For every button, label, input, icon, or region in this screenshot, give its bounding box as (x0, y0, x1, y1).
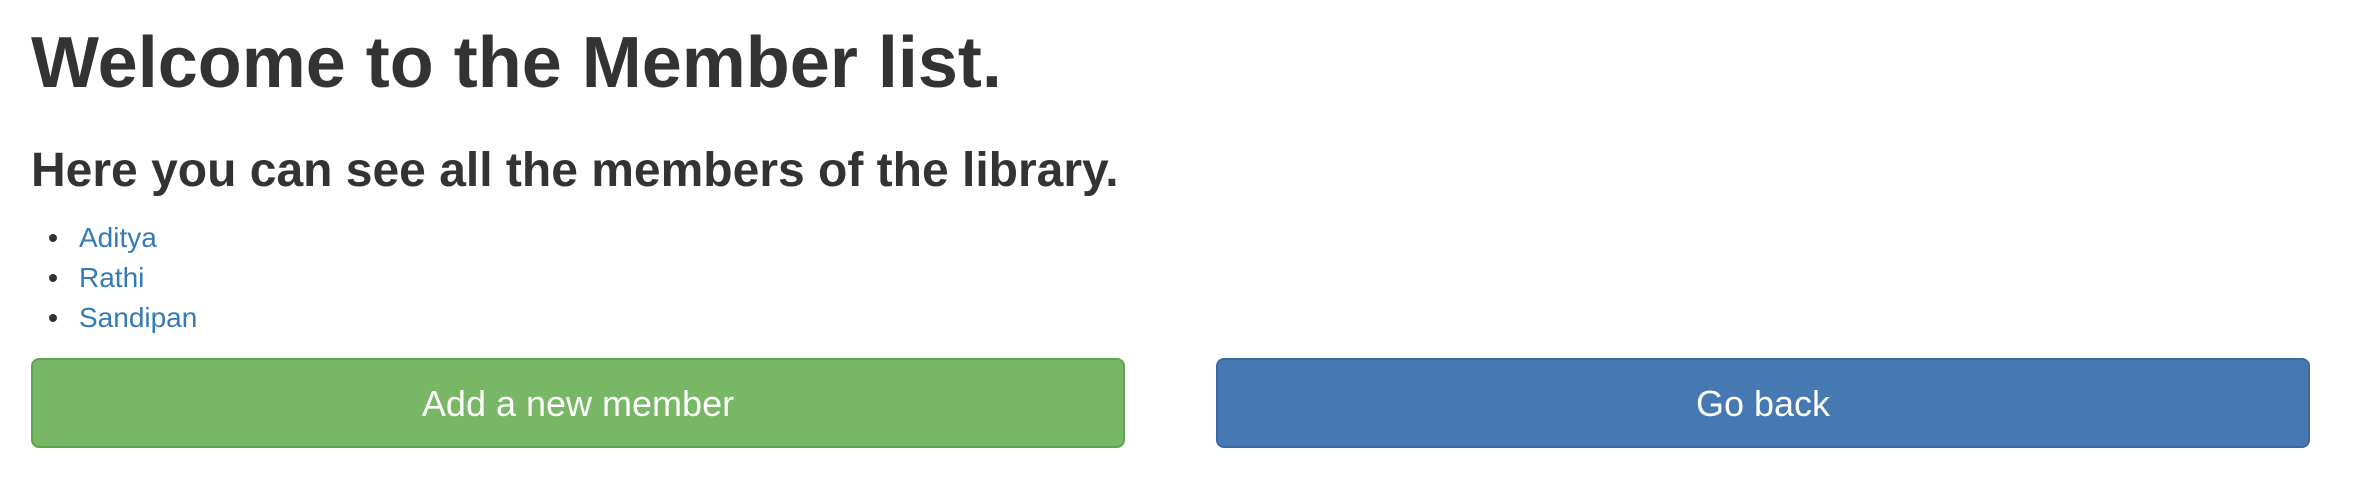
bullet-icon (49, 314, 57, 322)
list-item: Sandipan (49, 298, 197, 338)
page-title: Welcome to the Member list. (31, 23, 1002, 103)
member-link-rathi[interactable]: Rathi (79, 262, 144, 293)
bullet-icon (49, 274, 57, 282)
bullet-icon (49, 234, 57, 242)
member-list: Aditya Rathi Sandipan (49, 218, 197, 338)
list-item: Rathi (49, 258, 197, 298)
go-back-button[interactable]: Go back (1216, 358, 2310, 448)
list-item: Aditya (49, 218, 197, 258)
page-subtitle: Here you can see all the members of the … (31, 144, 1119, 197)
member-link-aditya[interactable]: Aditya (79, 222, 157, 253)
add-member-button[interactable]: Add a new member (31, 358, 1125, 448)
member-link-sandipan[interactable]: Sandipan (79, 302, 197, 333)
